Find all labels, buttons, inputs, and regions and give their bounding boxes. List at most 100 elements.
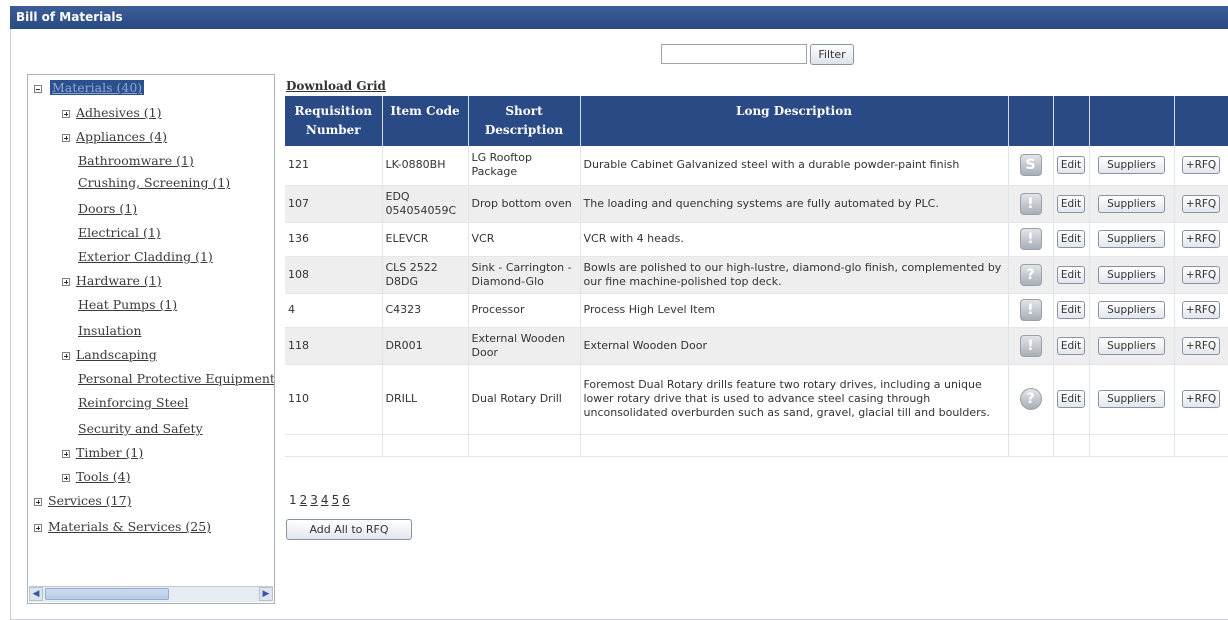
tree-item-services[interactable]: Services (17) [48, 493, 131, 508]
add-rfq-button[interactable]: +RFQ [1181, 301, 1221, 319]
cell-edit: Edit [1053, 146, 1090, 186]
add-rfq-button[interactable]: +RFQ [1181, 230, 1221, 248]
edit-button[interactable]: Edit [1056, 230, 1086, 248]
add-rfq-button[interactable]: +RFQ [1181, 194, 1221, 213]
col-header-suppliers [1089, 96, 1175, 146]
tree-item-materials-services[interactable]: Materials & Services (25) [48, 519, 211, 534]
suppliers-button[interactable]: Suppliers [1098, 194, 1165, 213]
suppliers-button[interactable]: Suppliers [1098, 230, 1165, 248]
tree-item-electrical[interactable]: Electrical (1) [78, 225, 161, 240]
alert-icon[interactable]: ! [1019, 192, 1042, 215]
edit-button[interactable]: Edit [1056, 301, 1086, 319]
cell-edit: Edit [1053, 222, 1090, 257]
cell-suppliers: Suppliers [1089, 256, 1175, 294]
edit-button[interactable]: Edit [1056, 156, 1086, 175]
expand-icon[interactable] [62, 278, 70, 286]
edit-button[interactable]: Edit [1056, 265, 1086, 284]
cell-edit: Edit [1053, 364, 1090, 435]
cell-short-description: Drop bottom oven [468, 185, 581, 223]
cell-item-code: EDQ 054054059C [382, 185, 469, 223]
tree-item-appliances[interactable]: Appliances (4) [76, 129, 167, 144]
page-4[interactable]: 4 [321, 493, 329, 507]
status-s-icon[interactable]: S [1019, 154, 1042, 177]
cell-long-description: Bowls are polished to our high-lustre, d… [580, 256, 1009, 294]
tree-item-exterior-cladding[interactable]: Exterior Cladding (1) [78, 249, 213, 264]
cell-short-description: LG Rooftop Package [468, 146, 581, 186]
alert-icon[interactable]: ! [1019, 299, 1042, 321]
page-3[interactable]: 3 [310, 493, 318, 507]
expand-icon[interactable] [62, 110, 70, 118]
edit-button[interactable]: Edit [1056, 194, 1086, 213]
cell-status: ! [1008, 222, 1054, 257]
add-rfq-button[interactable]: +RFQ [1181, 390, 1221, 408]
page-6[interactable]: 6 [342, 493, 350, 507]
cell-long-description: Process High Level Item [580, 293, 1009, 328]
suppliers-button[interactable]: Suppliers [1098, 390, 1165, 408]
page-5[interactable]: 5 [332, 493, 340, 507]
alert-icon[interactable]: ! [1019, 334, 1042, 357]
cell-status: ! [1008, 327, 1054, 365]
tree-item-timber[interactable]: Timber (1) [76, 445, 143, 460]
tree-item-bathroomware[interactable]: Bathroomware (1) [78, 153, 194, 168]
cell-suppliers: Suppliers [1089, 327, 1175, 365]
expand-icon[interactable] [62, 134, 70, 142]
expand-icon[interactable] [62, 474, 70, 482]
cell-rfq: +RFQ [1174, 146, 1228, 186]
tree-item-heat-pumps[interactable]: Heat Pumps (1) [78, 297, 177, 312]
tree-item-insulation[interactable]: Insulation [78, 323, 142, 338]
cell-rfq: +RFQ [1174, 222, 1228, 257]
filter-input[interactable] [661, 44, 807, 64]
add-rfq-button[interactable]: +RFQ [1181, 156, 1221, 175]
col-header-edit [1053, 96, 1090, 146]
col-header-short-description[interactable]: Short Description [468, 96, 581, 146]
tree-item-landscaping[interactable]: Landscaping [76, 347, 157, 362]
edit-button[interactable]: Edit [1056, 336, 1086, 355]
tree-horizontal-scrollbar[interactable]: ◀ ▶ [29, 586, 273, 602]
question-icon[interactable]: ? [1019, 263, 1042, 286]
suppliers-button[interactable]: Suppliers [1098, 301, 1165, 319]
cell-status: S [1008, 146, 1054, 186]
cell-edit: Edit [1053, 256, 1090, 294]
suppliers-button[interactable]: Suppliers [1098, 265, 1165, 284]
add-rfq-button[interactable]: +RFQ [1181, 265, 1221, 284]
edit-button[interactable]: Edit [1056, 390, 1086, 408]
question-round-icon[interactable]: ? [1019, 388, 1042, 410]
cell-long-description: Foremost Dual Rotary drills feature two … [580, 364, 1009, 435]
cell-rfq: +RFQ [1174, 293, 1228, 328]
tree-item-hardware[interactable]: Hardware (1) [76, 273, 162, 288]
cell-long-description: VCR with 4 heads. [580, 222, 1009, 257]
scroll-right-icon[interactable]: ▶ [259, 587, 273, 601]
col-header-requisition[interactable]: Requisition Number [285, 96, 383, 146]
tree-item-doors[interactable]: Doors (1) [78, 201, 137, 216]
suppliers-button[interactable]: Suppliers [1098, 336, 1165, 355]
filter-button[interactable]: Filter [810, 44, 854, 65]
tree-item-tools[interactable]: Tools (4) [76, 469, 131, 484]
expand-icon[interactable] [62, 352, 70, 360]
tree-item-security[interactable]: Security and Safety [78, 421, 203, 436]
scroll-left-icon[interactable]: ◀ [29, 587, 43, 601]
alert-icon[interactable]: ! [1019, 228, 1042, 250]
page-1[interactable]: 1 [289, 493, 297, 507]
expand-icon[interactable] [62, 450, 70, 458]
add-all-to-rfq-button[interactable]: Add All to RFQ [286, 519, 412, 540]
tree-item-adhesives[interactable]: Adhesives (1) [76, 105, 161, 120]
collapse-icon[interactable] [34, 85, 42, 93]
page-2[interactable]: 2 [300, 493, 308, 507]
cell-short-description: Sink - Carrington - Diamond-Glo [468, 256, 581, 294]
suppliers-button[interactable]: Suppliers [1098, 156, 1165, 175]
tree-item-materials[interactable]: Materials (40) [50, 80, 145, 95]
tree-item-reinforcing-steel[interactable]: Reinforcing Steel [78, 395, 188, 410]
expand-icon[interactable] [34, 498, 42, 506]
cell-requisition: 107 [285, 185, 383, 223]
scrollbar-thumb[interactable] [45, 588, 169, 600]
add-rfq-button[interactable]: +RFQ [1181, 336, 1221, 355]
col-header-long-description[interactable]: Long Description [580, 96, 1009, 146]
download-grid-link[interactable]: Download Grid [286, 79, 386, 93]
cell-long-description: The loading and quenching systems are fu… [580, 185, 1009, 223]
expand-icon[interactable] [34, 524, 42, 532]
cell-suppliers: Suppliers [1089, 293, 1175, 328]
table-row-empty [285, 434, 1228, 457]
tree-item-crushing[interactable]: Crushing, Screening (1) [78, 175, 230, 190]
tree-item-ppe[interactable]: Personal Protective Equipment [78, 371, 274, 386]
col-header-item-code[interactable]: Item Code [382, 96, 469, 146]
